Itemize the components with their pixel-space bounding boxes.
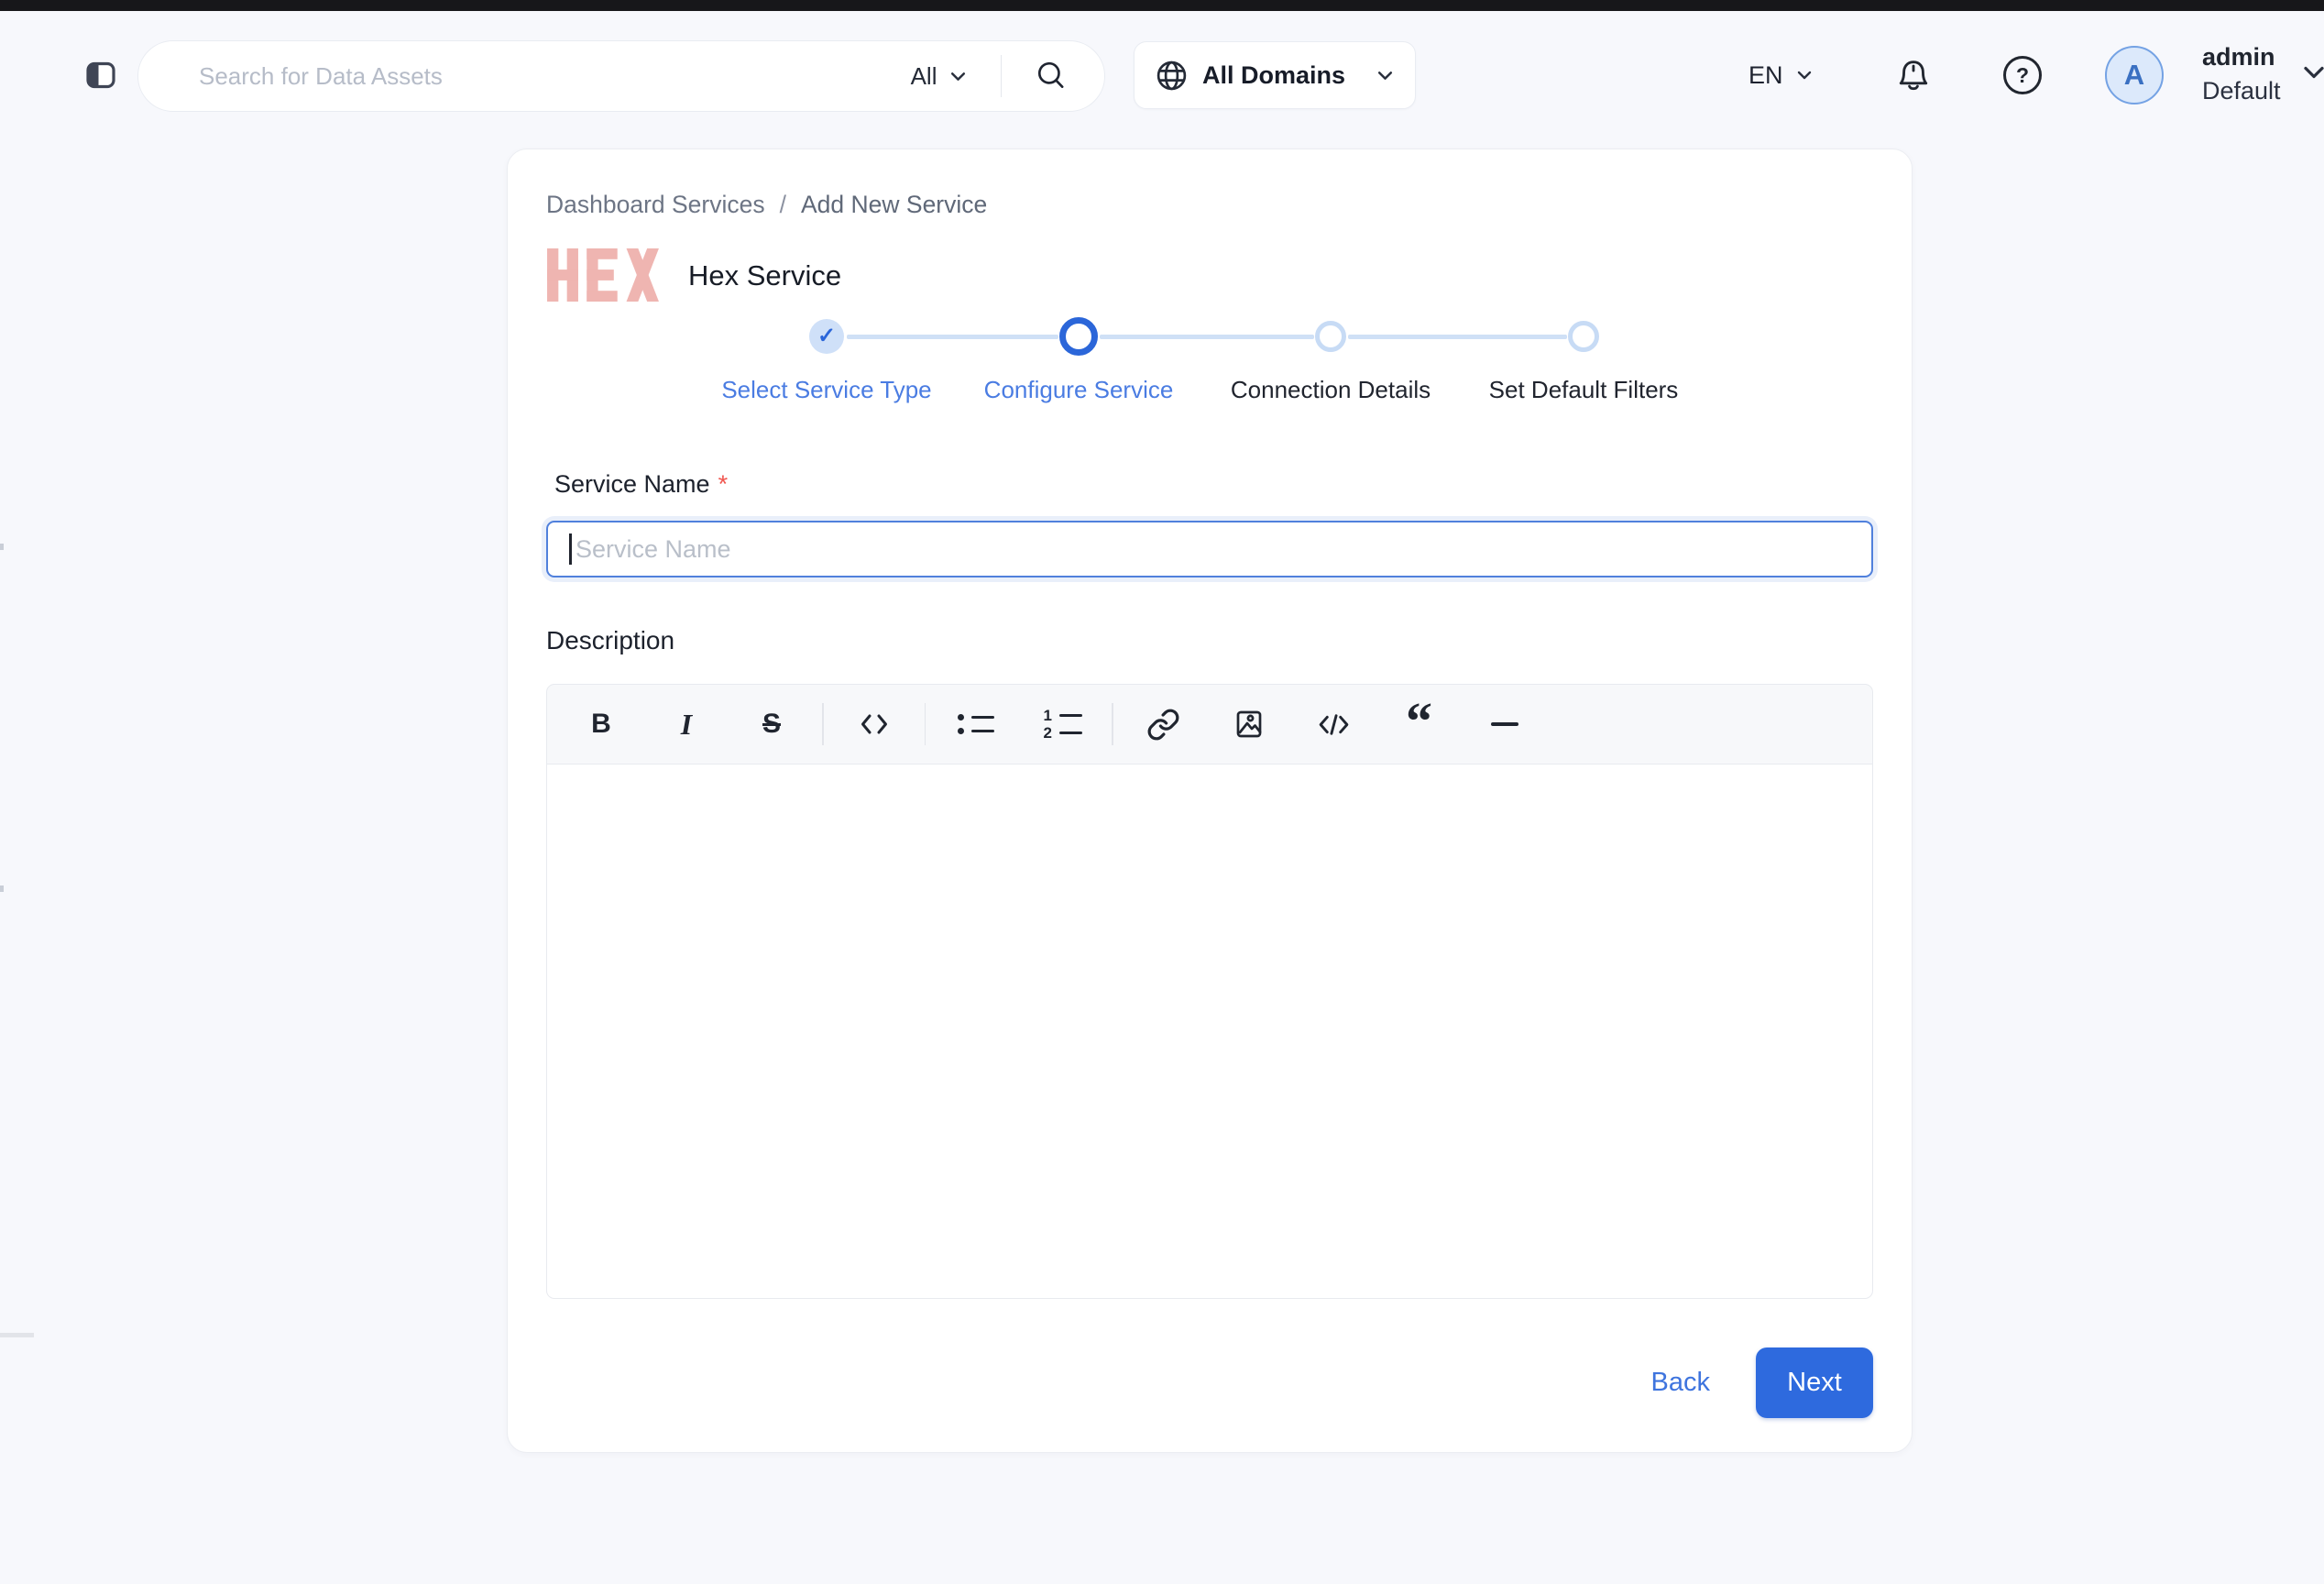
italic-button[interactable]: I [658,698,715,750]
code-block-icon [1317,708,1351,742]
italic-icon: I [681,708,692,742]
chevron-down-icon [948,67,968,86]
chevron-down-icon [1376,66,1395,85]
stepper-connector [1348,335,1567,339]
step-label-set-default-filters[interactable]: Set Default Filters [1489,376,1679,404]
breadcrumb-dashboard-services[interactable]: Dashboard Services [546,191,765,219]
horizontal-rule-icon [1491,722,1518,726]
step-circle-set-default-filters[interactable] [1568,321,1599,352]
bell-icon [1893,55,1934,95]
user-name: admin [2202,40,2281,74]
avatar-initial: A [2124,59,2144,92]
service-name-field-wrap [546,521,1873,578]
globe-icon [1155,59,1189,93]
language-label: EN [1748,61,1783,90]
inline-code-button[interactable] [846,698,903,750]
numbered-list-icon: 1 2 [1040,710,1082,738]
step-label-select-service-type[interactable]: Select Service Type [721,376,931,404]
inline-code-icon [858,708,891,741]
user-role: Default [2202,74,2281,108]
add-service-card: Dashboard Services / Add New Service [507,148,1913,1453]
required-marker: * [718,470,729,498]
notifications-button[interactable] [1891,53,1935,97]
chevron-down-icon [1795,66,1814,84]
toolbar-divider [925,703,926,745]
search-icon [1035,60,1068,93]
next-button[interactable]: Next [1756,1348,1873,1418]
step-circle-configure-service[interactable] [1059,317,1098,356]
breadcrumb-separator: / [780,191,786,219]
user-menu[interactable]: admin Default [2202,40,2281,108]
page-title: Hex Service [688,259,841,292]
search-scope-label: All [911,62,937,91]
browser-top-strip [0,0,2324,11]
global-search-bar: All [137,40,1105,112]
image-button[interactable] [1221,698,1277,750]
description-editor: B I S 1 [546,684,1873,1299]
editor-toolbar: B I S 1 [546,684,1873,764]
domains-label: All Domains [1202,61,1362,90]
back-button[interactable]: Back [1646,1367,1716,1399]
code-block-button[interactable] [1306,698,1363,750]
strikethrough-icon: S [762,709,781,740]
bulleted-list-button[interactable] [948,698,1004,750]
search-divider [1001,55,1003,97]
bulleted-list-icon [958,714,994,734]
blockquote-button[interactable]: “ [1391,698,1448,750]
numbered-list-button[interactable]: 1 2 [1033,698,1090,750]
service-name-label-text: Service Name [554,470,710,498]
stepper-connector [847,335,1058,339]
horizontal-rule-button[interactable] [1476,698,1533,750]
left-edge-tick [0,886,4,892]
blockquote-icon: “ [1406,712,1432,736]
left-edge-tick [0,544,4,550]
service-name-label: Service Name * [554,470,728,499]
service-name-input[interactable] [546,521,1873,578]
language-selector[interactable]: EN [1748,53,1814,97]
sidebar-toggle-button[interactable] [81,55,121,95]
stepper-connector [1100,335,1314,339]
app-screen: All All Domains EN [0,0,2324,1584]
left-edge-divider [0,1333,34,1337]
step-circle-connection-details[interactable] [1315,321,1346,352]
step-label-configure-service[interactable]: Configure Service [984,376,1174,404]
strikethrough-button[interactable]: S [743,698,800,750]
description-editor-content[interactable] [546,764,1873,1299]
search-input[interactable] [197,61,911,92]
numbered-list-digit: 2 [1040,728,1052,738]
breadcrumb-add-new-service: Add New Service [801,191,987,219]
numbered-list-digit: 1 [1040,710,1052,720]
step-circle-select-service-type[interactable]: ✓ [809,319,844,354]
user-avatar[interactable]: A [2105,46,2164,104]
user-menu-chevron-icon [2300,59,2324,86]
question-mark-icon: ? [2016,65,2029,86]
search-submit-button[interactable] [1035,60,1068,93]
image-icon [1233,708,1266,741]
link-icon [1146,708,1180,742]
domains-dropdown[interactable]: All Domains [1134,41,1416,109]
help-button[interactable]: ? [2003,56,2042,94]
bold-icon: B [591,709,611,740]
description-label: Description [546,626,674,655]
bold-button[interactable]: B [573,698,630,750]
hex-service-logo [546,248,660,302]
toolbar-divider [1112,703,1113,745]
sidebar-panel-icon [84,59,117,92]
search-scope-dropdown[interactable]: All [911,62,968,91]
toolbar-divider [822,703,824,745]
text-caret [569,534,572,565]
link-button[interactable] [1135,698,1192,750]
wizard-actions: Back Next [1646,1348,1873,1418]
breadcrumb: Dashboard Services / Add New Service [546,191,987,219]
check-icon: ✓ [817,325,836,347]
step-label-connection-details[interactable]: Connection Details [1231,376,1431,404]
